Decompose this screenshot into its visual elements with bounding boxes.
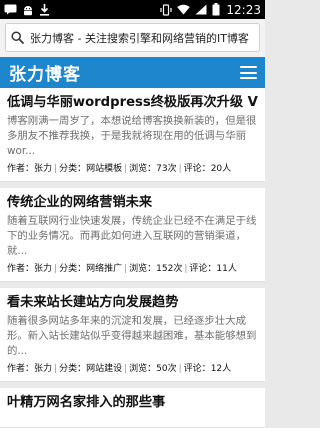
post-list: 低调与华丽wordpress终极版再次升级 V5.0全 博客刚满一周岁了，本想说… [0, 88, 265, 428]
comments-label: 评论： [183, 364, 211, 374]
post-views: 152次 [156, 264, 183, 274]
android-icon [22, 4, 34, 16]
post-author: 张力 [34, 164, 53, 174]
post-category[interactable]: 网站建设 [86, 364, 122, 374]
battery-icon [212, 3, 220, 16]
category-label: 分类： [59, 164, 87, 174]
post-comments: 20人 [210, 164, 232, 174]
post-meta: 作者：张力 | 分类：网络推广 | 浏览：152次 | 评论：11人 [7, 264, 237, 274]
status-bar-notifications [4, 3, 55, 16]
site-logo[interactable]: 张力博客 [9, 60, 81, 85]
status-bar-system: 12:23 [155, 3, 261, 17]
post-item[interactable]: 看未来站长建站方向发展趋势 随着很多网站多年来的沉淀和发展，已经逐步壮大成形。新… [0, 288, 265, 382]
browser-address-bar: 张力博客 - 关注搜索引擎和网络营销的IT博客 [0, 19, 265, 57]
views-label: 浏览： [129, 264, 157, 274]
vibrate-icon [160, 3, 173, 16]
post-comments: 11人 [216, 264, 237, 274]
post-excerpt: 随着互联网行业快速发展，传统企业已经不在满足于线下的业务情况。而再此如何进入互联… [7, 215, 257, 257]
post-author: 张力 [34, 364, 53, 374]
download-icon [39, 3, 50, 16]
post-views: 50次 [156, 364, 177, 374]
post-meta: 作者：张力 | 分类：网站模板 | 浏览：73次 | 评论：20人 [7, 164, 232, 174]
author-label: 作者： [7, 264, 35, 274]
post-item[interactable]: 叶精万网名家排入的那些事 [0, 388, 265, 428]
post-title[interactable]: 叶精万网名家排入的那些事 [7, 394, 258, 412]
signal-icon [195, 4, 207, 15]
post-comments: 12人 [210, 364, 232, 374]
post-title[interactable]: 传统企业的网络营销未来 [7, 194, 258, 212]
post-item[interactable]: 传统企业的网络营销未来 随着互联网行业快速发展，传统企业已经不在满足于线下的业务… [0, 188, 265, 282]
search-icon [11, 31, 24, 44]
views-label: 浏览： [129, 364, 157, 374]
category-label: 分类： [59, 264, 87, 274]
status-bar-time: 12:23 [226, 2, 261, 17]
menu-icon[interactable] [240, 66, 257, 79]
comments-label: 评论： [183, 164, 211, 174]
post-title[interactable]: 看未来站长建站方向发展趋势 [7, 294, 258, 312]
views-label: 浏览： [129, 164, 157, 174]
post-excerpt: 博客刚满一周岁了，本想说给博客换换新装的，但是很多朋友不推荐我换，于是我就将现在… [7, 115, 257, 157]
comments-label: 评论： [189, 264, 217, 274]
post-item[interactable]: 低调与华丽wordpress终极版再次升级 V5.0全 博客刚满一周岁了，本想说… [0, 88, 265, 182]
url-field[interactable]: 张力博客 - 关注搜索引擎和网络营销的IT博客 [5, 23, 260, 52]
post-title[interactable]: 低调与华丽wordpress终极版再次升级 V5.0全 [7, 94, 258, 112]
post-views: 73次 [156, 164, 177, 174]
message-icon [4, 4, 17, 15]
author-label: 作者： [7, 364, 35, 374]
post-excerpt: 随着很多网站多年来的沉淀和发展，已经逐步壮大成形。新入站长建站似乎变得越来越困难… [7, 315, 257, 357]
url-text: 张力博客 - 关注搜索引擎和网络营销的IT博客 [30, 31, 249, 45]
post-category[interactable]: 网站模板 [86, 164, 122, 174]
author-label: 作者： [7, 164, 35, 174]
status-bar: 12:23 [0, 0, 265, 19]
site-header: 张力博客 [0, 57, 265, 88]
post-author: 张力 [34, 264, 53, 274]
post-category[interactable]: 网络推广 [86, 264, 122, 274]
wifi-icon [177, 4, 191, 15]
post-meta: 作者：张力 | 分类：网站建设 | 浏览：50次 | 评论：12人 [7, 364, 232, 374]
category-label: 分类： [59, 364, 87, 374]
